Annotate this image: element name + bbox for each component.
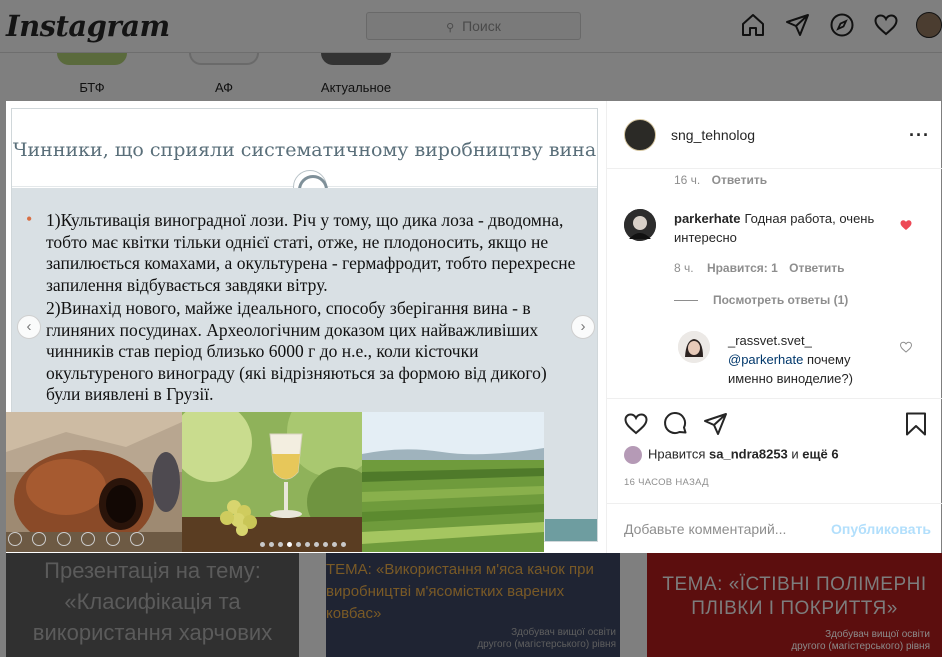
commenter-username[interactable]: parkerhate [674, 211, 740, 226]
likes-and: и [791, 446, 799, 462]
menu-icon[interactable] [105, 532, 120, 546]
carousel-dot [305, 542, 310, 547]
slideshow-controls [8, 532, 150, 548]
author-username[interactable]: sng_tehnolog [671, 127, 755, 143]
reply-button[interactable]: Ответить [712, 173, 767, 187]
slide-paragraph: 1)Культивація виноградної лози. Річ у то… [26, 209, 582, 296]
home-icon[interactable] [740, 12, 766, 38]
comment-likes[interactable]: Нравится: 1 [707, 261, 778, 275]
share-paper-plane-icon[interactable] [703, 411, 729, 437]
publish-button[interactable]: Опубликовать [831, 521, 931, 537]
reply-author-avatar[interactable] [678, 331, 710, 363]
replies-divider [674, 300, 698, 301]
carousel-dots [260, 534, 350, 547]
carousel-dot [287, 542, 292, 547]
clay-jar-photo [6, 412, 182, 552]
pen-icon[interactable] [81, 532, 96, 546]
comment-liked-heart-icon[interactable] [900, 219, 912, 231]
direct-messages-icon[interactable] [785, 12, 811, 38]
thumbnail-subtext: Здобувач вищої освіти другого (магістерсь… [791, 629, 930, 652]
commenter-avatar[interactable] [624, 209, 656, 241]
like-heart-icon[interactable] [623, 411, 649, 437]
carousel-dot [332, 542, 337, 547]
explore-compass-icon[interactable] [829, 12, 855, 38]
more-options-button[interactable]: ··· [909, 125, 930, 146]
reply-username[interactable]: _rassvet.svet_ [728, 333, 812, 348]
thumbnail-text: ТЕМА: «ЇСТІВНІ ПОЛІМЕРНІ ПЛІВКИ І ПОКРИТ… [662, 574, 927, 619]
activity-heart-icon[interactable] [873, 12, 899, 38]
comment-text: parkerhate Годная работа, очень интересно [674, 209, 902, 247]
carousel-dot [323, 542, 328, 547]
highlight-cover [321, 53, 391, 65]
carousel-dot [341, 542, 346, 547]
carousel-dot [278, 542, 283, 547]
thumbnail-text: Презентація на тему: «Класифікація та ви… [32, 558, 273, 645]
comment-time: 8 ч. [674, 261, 694, 275]
actions-divider [607, 398, 942, 399]
highlight-cover [189, 53, 259, 65]
liker-avatar[interactable] [624, 446, 642, 464]
comment-bubble-icon[interactable] [663, 411, 689, 437]
highlight-label: АФ [214, 80, 234, 95]
play-icon[interactable] [32, 532, 47, 546]
thumbnail-subtext: Здобувач вищої освіти другого (магістерсь… [477, 627, 616, 650]
fullscreen-icon[interactable] [56, 532, 71, 546]
carousel-next-button[interactable]: › [571, 315, 595, 339]
prev-slide-icon[interactable] [8, 532, 22, 546]
carousel-dot [314, 542, 319, 547]
post-media[interactable]: Чинники, що сприяли систематичному вироб… [6, 101, 606, 553]
carousel-dot [260, 542, 265, 547]
grid-post-thumbnail[interactable]: ТЕМА: «ЇСТІВНІ ПОЛІМЕРНІ ПЛІВКИ І ПОКРИТ… [647, 553, 942, 657]
author-avatar[interactable] [624, 119, 656, 151]
highlight-actual[interactable]: Актуальное [316, 53, 396, 95]
reply-text: _rassvet.svet_ @parkerhate почему именно… [728, 331, 898, 388]
carousel-prev-button[interactable]: ‹ [17, 315, 41, 339]
add-comment-bar: Добавьте комментарий... Опубликовать [607, 503, 942, 553]
view-replies-button[interactable]: Посмотреть ответы (1) [713, 293, 848, 307]
highlight-btf[interactable]: БТФ [52, 53, 132, 95]
search-input[interactable]: ⚲ Поиск [366, 12, 581, 40]
comment-meta: 8 ч. Нравится: 1 Ответить [674, 261, 845, 275]
comment-meta: 16 ч. Ответить [674, 173, 767, 187]
liker-username[interactable]: sa_ndra8253 [709, 446, 788, 461]
zoom-icon[interactable] [130, 532, 145, 546]
post-timestamp[interactable]: 16 ЧАСОВ НАЗАД [624, 477, 709, 488]
reply-like-heart-icon[interactable] [900, 341, 912, 353]
highlight-af[interactable]: АФ [184, 53, 264, 95]
search-placeholder: Поиск [462, 18, 501, 34]
thumbnail-text: ТЕМА: «Використання м'яса качок при виро… [326, 561, 594, 622]
slide-paragraph: 2)Винахід нового, майже ідеального, спос… [46, 298, 547, 404]
search-icon: ⚲ [446, 22, 455, 34]
instagram-logo[interactable]: Instagram [6, 9, 170, 43]
comment-input[interactable]: Добавьте комментарий... [624, 521, 786, 537]
grid-post-thumbnail[interactable]: Презентація на тему: «Класифікація та ви… [6, 553, 299, 657]
carousel-dot [296, 542, 301, 547]
highlight-label: БТФ [79, 80, 105, 95]
reply-mention[interactable]: @parkerhate [728, 352, 803, 367]
post-header: sng_tehnolog ··· [607, 101, 942, 169]
carousel-dot [269, 542, 274, 547]
grid-post-thumbnail[interactable]: ТЕМА: «Використання м'яса качок при виро… [326, 553, 620, 657]
highlight-label: Актуальное [320, 80, 392, 95]
top-nav-bar: Instagram ⚲ Поиск [0, 0, 942, 53]
comment-time: 16 ч. [674, 173, 701, 187]
likes-prefix: Нравится [648, 446, 706, 462]
slide-text: 1)Культивація виноградної лози. Річ у то… [26, 209, 582, 408]
save-bookmark-icon[interactable] [903, 411, 929, 437]
likes-more-button[interactable]: ещё 6 [802, 446, 838, 461]
reply-button[interactable]: Ответить [789, 261, 844, 275]
likes-summary: Нравится sa_ndra8253 и ещё 6 [624, 446, 839, 464]
vineyard-photo [362, 412, 544, 552]
post-sidebar: sng_tehnolog ··· 16 ч. Ответить parkerha… [606, 101, 942, 553]
highlight-cover [57, 53, 127, 65]
profile-avatar[interactable] [916, 12, 942, 38]
wine-glass-photo [182, 412, 362, 552]
slide-accent-strip [545, 519, 597, 541]
